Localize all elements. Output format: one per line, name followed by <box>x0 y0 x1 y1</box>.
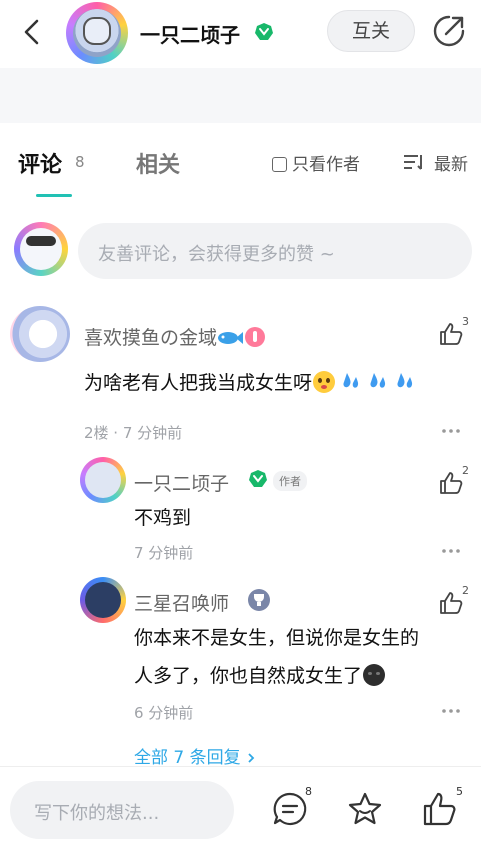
level-badge-icon <box>245 327 266 347</box>
thought-input-placeholder: 写下你的想法... <box>34 803 160 824</box>
comments-count: 8 <box>75 153 85 171</box>
sort-latest-button[interactable]: 最新 <box>434 150 468 175</box>
thought-input[interactable]: 写下你的想法... <box>10 781 234 839</box>
active-tab-indicator <box>36 194 72 197</box>
trophy-badge-icon <box>248 589 270 611</box>
share-icon[interactable] <box>432 14 466 48</box>
reply-text-line-1: 你本来不是女生，但说你是女生的 <box>134 627 420 649</box>
verified-badge-icon <box>249 470 267 487</box>
checkbox-icon[interactable] <box>272 157 287 172</box>
only-author-toggle[interactable]: 只看作者 <box>272 150 360 175</box>
star-icon[interactable] <box>347 791 383 827</box>
tab-comments[interactable]: 评论 <box>18 147 62 179</box>
like-icon[interactable] <box>438 321 464 347</box>
like-count: 2 <box>462 464 469 477</box>
only-author-label: 只看作者 <box>292 155 360 175</box>
content-divider-band <box>0 68 481 123</box>
like-count: 2 <box>462 584 469 597</box>
author-name[interactable]: 一只二顷子 <box>140 19 240 48</box>
reply-author-name[interactable]: 一只二顷子 <box>134 469 229 496</box>
back-arrow-icon[interactable] <box>18 16 46 48</box>
view-all-replies-link[interactable]: 全部 7 条回复 <box>134 743 256 768</box>
comment-text: 为啥老有人把我当成女生呀 <box>84 368 421 395</box>
comment-meta: 2楼 · 7 分钟前 <box>84 424 183 442</box>
my-avatar <box>14 222 68 276</box>
fish-icon <box>218 332 244 344</box>
author-tag: 作者 <box>273 471 307 491</box>
reply-avatar[interactable] <box>80 577 126 623</box>
surprised-face-icon <box>313 371 336 393</box>
chevron-right-icon <box>248 753 255 763</box>
sweat-drops-icon <box>343 373 413 388</box>
mutual-follow-button[interactable]: 互关 <box>327 10 415 52</box>
reply-avatar[interactable] <box>80 457 126 503</box>
top-nav-bar: 一只二顷子 互关 <box>0 0 481 68</box>
sort-icon[interactable] <box>403 153 425 171</box>
like-count: 5 <box>456 785 463 798</box>
reply-time: 7 分钟前 <box>134 544 194 562</box>
reply-time: 6 分钟前 <box>134 704 194 722</box>
like-icon[interactable] <box>438 590 464 616</box>
comment-icon[interactable] <box>272 791 308 827</box>
more-options-icon[interactable] <box>441 709 461 713</box>
dark-face-icon <box>363 664 386 686</box>
tab-related[interactable]: 相关 <box>136 147 180 179</box>
comment-tabs: 评论 8 相关 只看作者 最新 <box>0 123 481 200</box>
more-options-icon[interactable] <box>441 429 461 433</box>
comment-count: 8 <box>305 785 312 798</box>
reply-author-name[interactable]: 三星召唤师 <box>134 589 229 616</box>
comment-input-placeholder: 友善评论，会获得更多的赞 ~ <box>98 244 335 265</box>
like-icon[interactable] <box>438 470 464 496</box>
verified-badge-icon <box>255 23 273 40</box>
reply-text: 不鸡到 <box>134 507 192 529</box>
commenter-name[interactable]: 喜欢摸鱼の金域 <box>84 323 266 350</box>
like-icon[interactable] <box>422 791 458 827</box>
like-count: 3 <box>462 315 469 328</box>
more-options-icon[interactable] <box>441 549 461 553</box>
comment-input[interactable]: 友善评论，会获得更多的赞 ~ <box>78 223 472 279</box>
commenter-avatar[interactable] <box>10 306 70 362</box>
author-avatar[interactable] <box>66 2 128 64</box>
bottom-action-bar: 写下你的想法... 8 5 <box>0 767 481 853</box>
reply-text-line-2: 人多了，你也自然成女生了 <box>134 658 386 695</box>
